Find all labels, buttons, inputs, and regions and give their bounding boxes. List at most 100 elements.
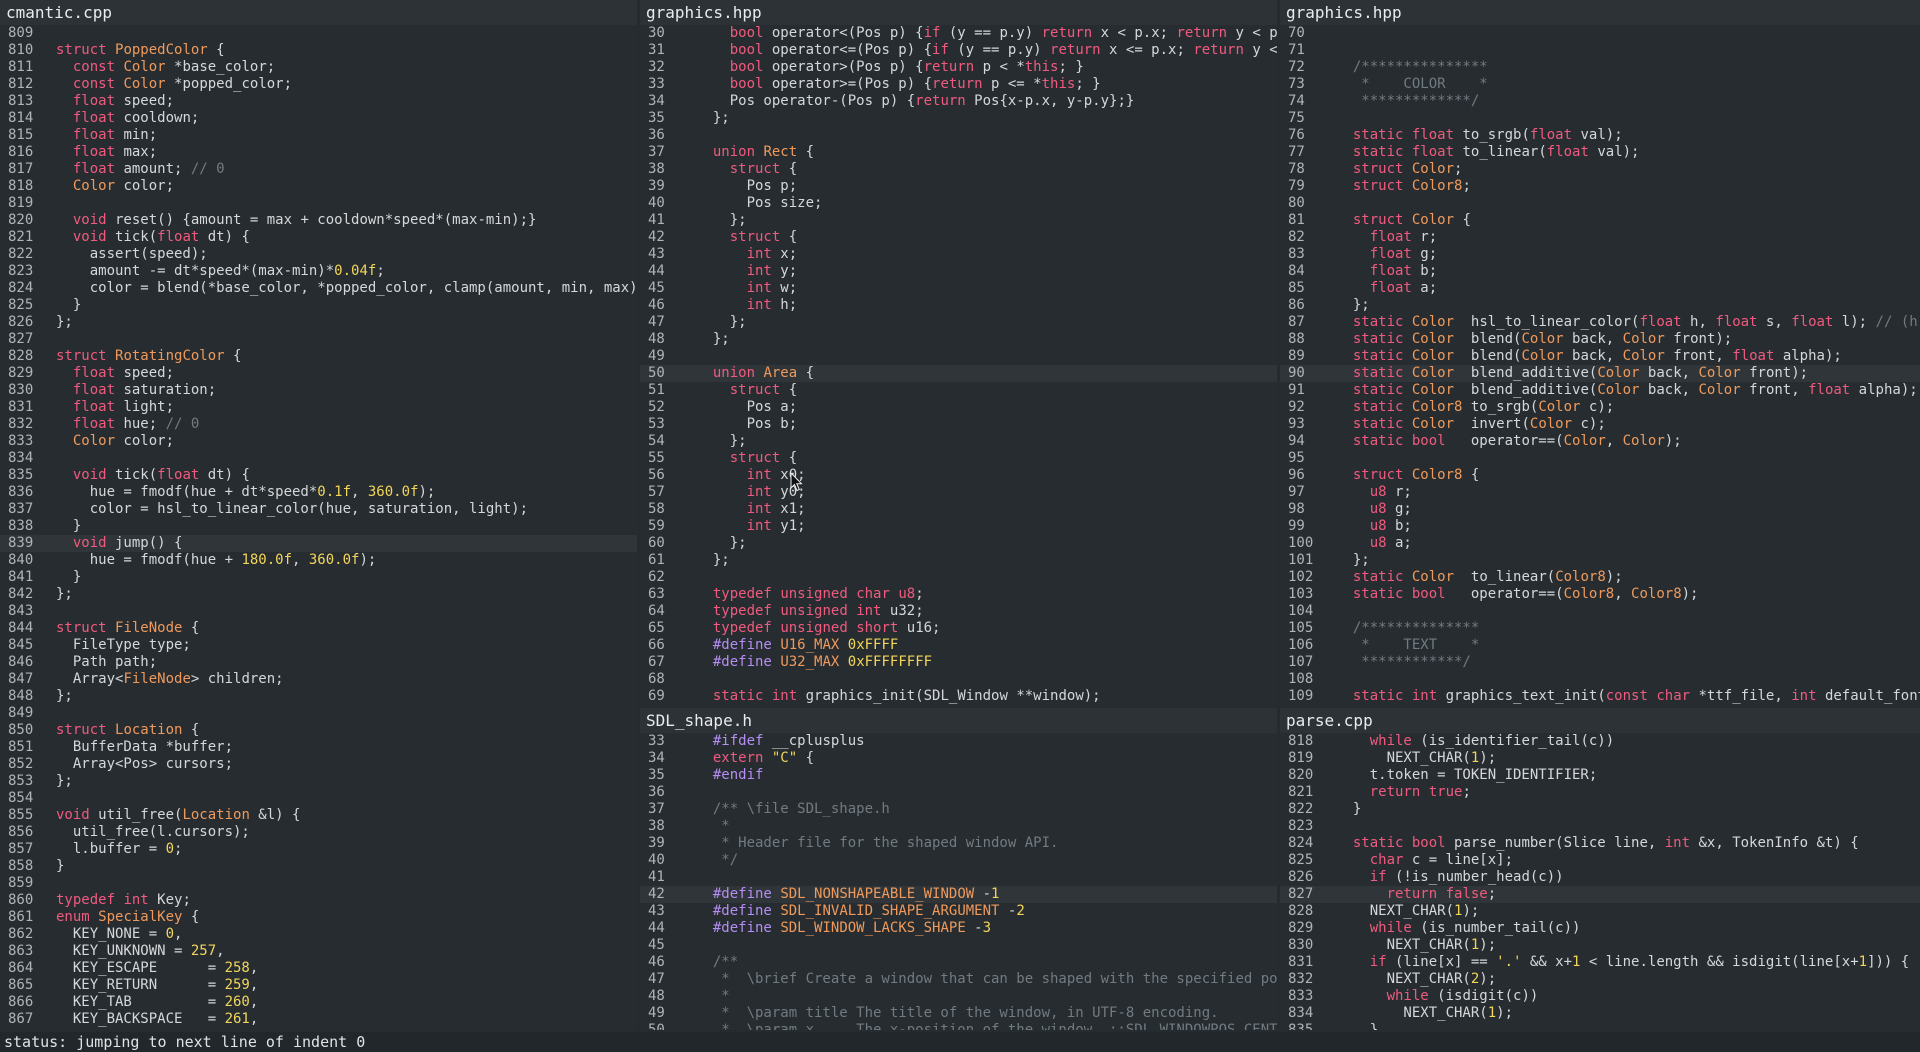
editor-pane-right-bottom[interactable]: parse.cpp 818 while (is_identifier_tail(… xyxy=(1280,708,1920,1030)
code-line[interactable]: 54 }; xyxy=(640,433,1277,450)
code-line[interactable]: 40 Pos size; xyxy=(640,195,1277,212)
code-line[interactable]: 818 while (is_identifier_tail(c)) xyxy=(1280,733,1920,750)
code-line[interactable]: 823 amount -= dt*speed*(max-min)*0.04f; xyxy=(0,263,637,280)
code-line[interactable]: 45 xyxy=(640,937,1277,954)
code-line[interactable]: 98 u8 g; xyxy=(1280,501,1920,518)
code-line[interactable]: 42 struct { xyxy=(640,229,1277,246)
code-line[interactable]: 56 int x0; xyxy=(640,467,1277,484)
code-line[interactable]: 830 float saturation; xyxy=(0,382,637,399)
code-line[interactable]: 826 if (!is_number_head(c)) xyxy=(1280,869,1920,886)
code-line[interactable]: 33 #ifdef __cplusplus xyxy=(640,733,1277,750)
code-line[interactable]: 824 static bool parse_number(Slice line,… xyxy=(1280,835,1920,852)
code-line[interactable]: 66 #define U16_MAX 0xFFFF xyxy=(640,637,1277,654)
code-line[interactable]: 830 NEXT_CHAR(1); xyxy=(1280,937,1920,954)
code-line[interactable]: 76 static float to_srgb(float val); xyxy=(1280,127,1920,144)
code-line[interactable]: 43 int x; xyxy=(640,246,1277,263)
code-line[interactable]: 95 xyxy=(1280,450,1920,467)
code-line[interactable]: 109 static int graphics_text_init(const … xyxy=(1280,688,1920,705)
code-line[interactable]: 816 float max; xyxy=(0,144,637,161)
code-line[interactable]: 83 float g; xyxy=(1280,246,1920,263)
code-line[interactable]: 38 struct { xyxy=(640,161,1277,178)
code-line[interactable]: 861 enum SpecialKey { xyxy=(0,909,637,926)
code-line[interactable]: 101 }; xyxy=(1280,552,1920,569)
code-line[interactable]: 862 KEY_NONE = 0, xyxy=(0,926,637,943)
code-line[interactable]: 813 float speed; xyxy=(0,93,637,110)
code-line[interactable]: 104 xyxy=(1280,603,1920,620)
code-line[interactable]: 859 xyxy=(0,875,637,892)
code-line[interactable]: 35 }; xyxy=(640,110,1277,127)
code-line[interactable]: 851 BufferData *buffer; xyxy=(0,739,637,756)
code-line[interactable]: 64 typedef unsigned int u32; xyxy=(640,603,1277,620)
code-line[interactable]: 78 struct Color; xyxy=(1280,161,1920,178)
code-line[interactable]: 828 NEXT_CHAR(1); xyxy=(1280,903,1920,920)
code-line[interactable]: 838 } xyxy=(0,518,637,535)
code-line[interactable]: 77 static float to_linear(float val); xyxy=(1280,144,1920,161)
code-line[interactable]: 90 static Color blend_additive(Color bac… xyxy=(1280,365,1920,382)
code-area[interactable]: 818 while (is_identifier_tail(c)) 819 NEX… xyxy=(1280,733,1920,1030)
pane-title[interactable]: graphics.hpp xyxy=(1280,0,1920,25)
code-line[interactable]: 858} xyxy=(0,858,637,875)
code-line[interactable]: 70 xyxy=(1280,25,1920,42)
code-line[interactable]: 850 struct Location { xyxy=(0,722,637,739)
code-line[interactable]: 818 Color color; xyxy=(0,178,637,195)
code-line[interactable]: 75 xyxy=(1280,110,1920,127)
code-line[interactable]: 81 struct Color { xyxy=(1280,212,1920,229)
code-line[interactable]: 840 hue = fmodf(hue + 180.0f, 360.0f); xyxy=(0,552,637,569)
code-line[interactable]: 828 struct RotatingColor { xyxy=(0,348,637,365)
code-line[interactable]: 40 */ xyxy=(640,852,1277,869)
pane-title[interactable]: parse.cpp xyxy=(1280,708,1920,733)
code-line[interactable]: 30 bool operator<(Pos p) {if (y == p.y) … xyxy=(640,25,1277,42)
code-line[interactable]: 47 * \brief Create a window that can be … xyxy=(640,971,1277,988)
code-line[interactable]: 36 xyxy=(640,127,1277,144)
pane-title[interactable]: graphics.hpp xyxy=(640,0,1277,25)
code-line[interactable]: 860 typedef int Key; xyxy=(0,892,637,909)
code-line[interactable]: 834 xyxy=(0,450,637,467)
editor-pane-middle-bottom[interactable]: SDL_shape.h 33 #ifdef __cplusplus 34 exte… xyxy=(640,708,1277,1030)
code-line[interactable]: 50 union Area { xyxy=(640,365,1277,382)
code-line[interactable]: 35 #endif xyxy=(640,767,1277,784)
code-line[interactable]: 106 * TEXT * xyxy=(1280,637,1920,654)
code-line[interactable]: 73 * COLOR * xyxy=(1280,76,1920,93)
code-line[interactable]: 102 static Color to_linear(Color8); xyxy=(1280,569,1920,586)
code-line[interactable]: 38 * xyxy=(640,818,1277,835)
code-line[interactable]: 42 #define SDL_NONSHAPEABLE_WINDOW -1 xyxy=(640,886,1277,903)
code-line[interactable]: 845 FileType type; xyxy=(0,637,637,654)
code-line[interactable]: 822 } xyxy=(1280,801,1920,818)
code-line[interactable]: 831 if (line[x] == '.' && x+1 < line.len… xyxy=(1280,954,1920,971)
code-line[interactable]: 824 color = blend(*base_color, *popped_c… xyxy=(0,280,637,297)
code-line[interactable]: 69 static int graphics_init(SDL_Window *… xyxy=(640,688,1277,705)
code-line[interactable]: 46 /** xyxy=(640,954,1277,971)
code-line[interactable]: 49 xyxy=(640,348,1277,365)
code-line[interactable]: 815 float min; xyxy=(0,127,637,144)
code-line[interactable]: 72 /*************** xyxy=(1280,59,1920,76)
code-line[interactable]: 809 xyxy=(0,25,637,42)
code-line[interactable]: 107 ************/ xyxy=(1280,654,1920,671)
code-line[interactable]: 819 xyxy=(0,195,637,212)
code-line[interactable]: 103 static bool operator==(Color8, Color… xyxy=(1280,586,1920,603)
code-line[interactable]: 846 Path path; xyxy=(0,654,637,671)
code-line[interactable]: 834 NEXT_CHAR(1); xyxy=(1280,1005,1920,1022)
code-line[interactable]: 67 #define U32_MAX 0xFFFFFFFF xyxy=(640,654,1277,671)
code-line[interactable]: 841 } xyxy=(0,569,637,586)
code-line[interactable]: 837 color = hsl_to_linear_color(hue, sat… xyxy=(0,501,637,518)
code-line[interactable]: 843 xyxy=(0,603,637,620)
code-line[interactable]: 74 *************/ xyxy=(1280,93,1920,110)
code-line[interactable]: 92 static Color8 to_srgb(Color c); xyxy=(1280,399,1920,416)
code-line[interactable]: 55 struct { xyxy=(640,450,1277,467)
code-line[interactable]: 825 char c = line[x]; xyxy=(1280,852,1920,869)
code-line[interactable]: 82 float r; xyxy=(1280,229,1920,246)
code-line[interactable]: 50 * \param x The x-position of the wind… xyxy=(640,1022,1277,1030)
code-line[interactable]: 61 }; xyxy=(640,552,1277,569)
code-line[interactable]: 87 static Color hsl_to_linear_color(floa… xyxy=(1280,314,1920,331)
code-line[interactable]: 849 xyxy=(0,705,637,722)
code-line[interactable]: 58 int x1; xyxy=(640,501,1277,518)
code-line[interactable]: 48 * xyxy=(640,988,1277,1005)
code-line[interactable]: 855 void util_free(Location &l) { xyxy=(0,807,637,824)
code-line[interactable]: 835 } xyxy=(1280,1022,1920,1030)
code-line[interactable]: 839 void jump() { xyxy=(0,535,637,552)
code-line[interactable]: 39 * Header file for the shaped window A… xyxy=(640,835,1277,852)
code-line[interactable]: 829 while (is_number_tail(c)) xyxy=(1280,920,1920,937)
code-line[interactable]: 37 /** \file SDL_shape.h xyxy=(640,801,1277,818)
code-line[interactable]: 34 Pos operator-(Pos p) {return Pos{x-p.… xyxy=(640,93,1277,110)
code-line[interactable]: 817 float amount; // 0 xyxy=(0,161,637,178)
